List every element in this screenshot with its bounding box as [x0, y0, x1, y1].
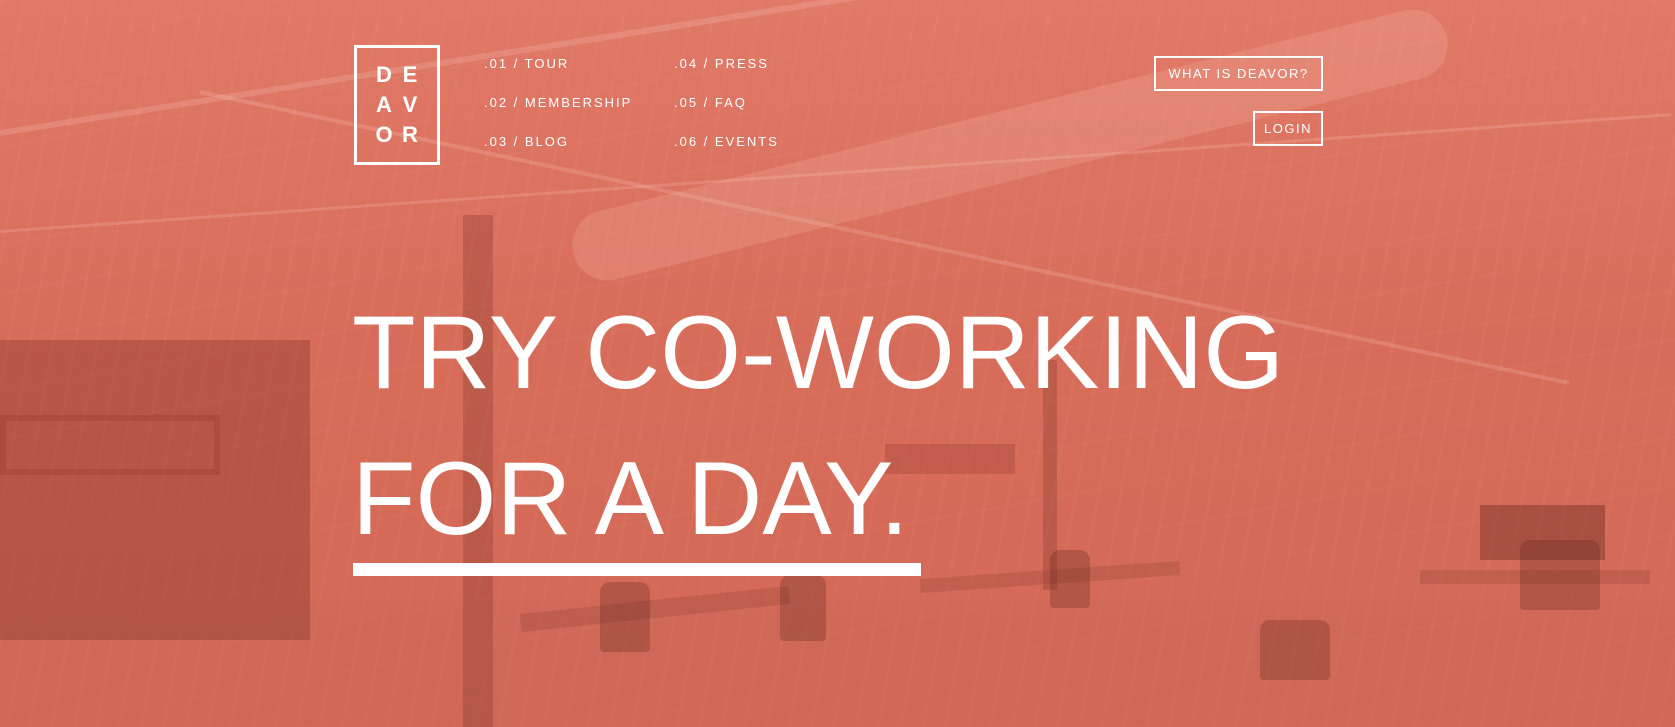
- monitor-shape: [1480, 505, 1605, 560]
- main-nav: .01 / TOUR .02 / MEMBERSHIP .03 / BLOG .…: [484, 56, 824, 173]
- nav-item-tour[interactable]: .01 / TOUR: [484, 56, 674, 95]
- floor-shape: [0, 600, 1675, 727]
- hero-headline: TRY CO-WORKING FOR A DAY.: [352, 280, 1284, 572]
- chair-shape: [1520, 540, 1600, 610]
- nav-item-blog[interactable]: .03 / BLOG: [484, 134, 674, 173]
- nav-item-press[interactable]: .04 / PRESS: [674, 56, 824, 95]
- what-is-deavor-button[interactable]: WHAT IS DEAVOR?: [1154, 56, 1323, 91]
- deavor-logo[interactable]: D E A V O R: [354, 45, 440, 165]
- desk-shape: [519, 585, 791, 633]
- logo-letter: O: [375, 122, 393, 147]
- logo-letter: D: [376, 62, 392, 87]
- nav-item-faq[interactable]: .05 / FAQ: [674, 95, 824, 134]
- nav-item-membership[interactable]: .02 / MEMBERSHIP: [484, 95, 674, 134]
- logo-letter: V: [402, 92, 418, 117]
- wall-shape: [0, 340, 310, 640]
- chair-shape: [780, 575, 826, 641]
- headline-line-2: FOR A DAY.: [352, 441, 909, 557]
- wall-sign-shape: [0, 415, 220, 475]
- logo-letter: R: [402, 122, 418, 147]
- login-button[interactable]: LOGIN: [1253, 111, 1323, 146]
- logo-letter: A: [376, 92, 392, 117]
- ceiling-beam: [0, 0, 1655, 136]
- hero-section: D E A V O R .01 / TOUR .02 / MEMBERSHIP …: [0, 0, 1675, 727]
- desk-shape: [1420, 570, 1650, 584]
- headline-underline: [353, 563, 921, 576]
- headline-line-1: TRY CO-WORKING: [352, 295, 1285, 411]
- nav-item-events[interactable]: .06 / EVENTS: [674, 134, 824, 173]
- logo-letter: E: [402, 62, 418, 87]
- ceiling-beam: [0, 113, 1672, 233]
- chair-shape: [600, 582, 650, 652]
- chair-shape: [1260, 620, 1330, 680]
